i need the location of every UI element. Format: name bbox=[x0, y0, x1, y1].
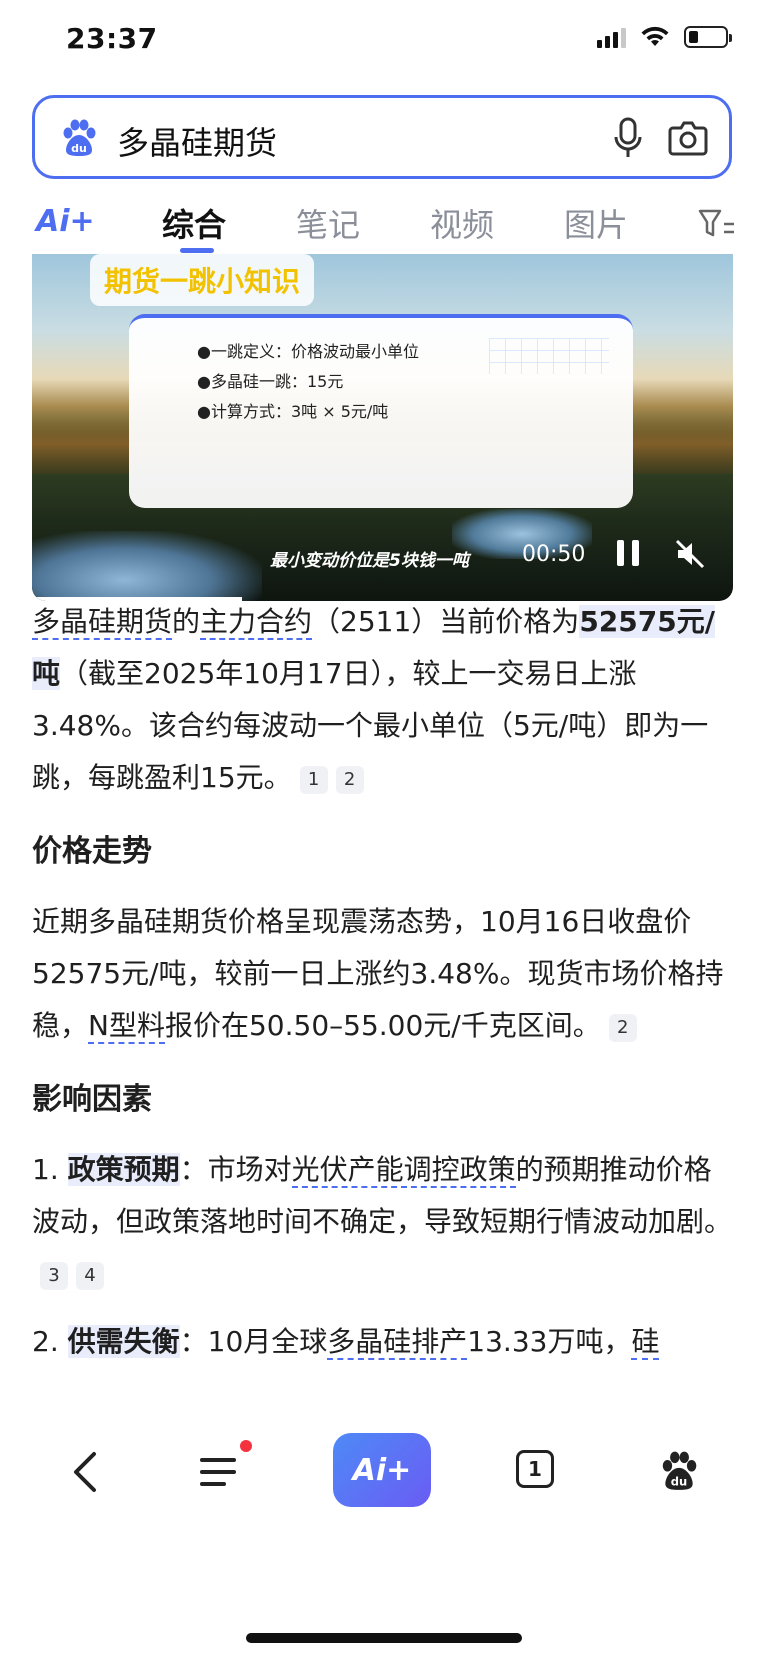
search-input[interactable]: 多晶硅期货 bbox=[117, 118, 277, 164]
text: 的 bbox=[172, 605, 201, 638]
video-river bbox=[32, 531, 262, 601]
baidu-paw-icon: du bbox=[63, 119, 96, 156]
bottom-nav: Ai+ 1 du bbox=[0, 1420, 768, 1663]
notification-dot bbox=[240, 1440, 252, 1452]
link-silicon[interactable]: 硅 bbox=[631, 1325, 660, 1360]
citation-badge[interactable]: 3 bbox=[40, 1262, 68, 1290]
baidu-home-icon[interactable]: du bbox=[658, 1450, 700, 1492]
svg-text:du: du bbox=[671, 1475, 687, 1489]
tab-images[interactable]: 图片 bbox=[564, 200, 628, 246]
section-heading-trend: 价格走势 bbox=[32, 834, 152, 869]
search-box[interactable]: du 多晶硅期货 bbox=[32, 95, 732, 179]
link-main-contract[interactable]: 主力合约 bbox=[200, 605, 313, 640]
back-icon[interactable] bbox=[68, 1448, 104, 1496]
camera-icon[interactable] bbox=[667, 118, 709, 158]
ai-assistant-button[interactable]: Ai+ bbox=[333, 1433, 431, 1507]
video-time: 00:50 bbox=[522, 542, 586, 567]
link-pv-policy[interactable]: 光伏产能调控政策 bbox=[291, 1153, 516, 1188]
battery-icon bbox=[684, 26, 732, 48]
ai-plus-logo[interactable]: Ai+ bbox=[36, 204, 95, 239]
tab-general[interactable]: 综合 bbox=[162, 200, 226, 246]
pause-icon[interactable] bbox=[614, 538, 642, 568]
tab-notes[interactable]: 笔记 bbox=[296, 200, 360, 246]
link-n-type[interactable]: N型料 bbox=[88, 1009, 165, 1044]
tab-videos[interactable]: 视频 bbox=[430, 200, 494, 246]
list-number: 1. bbox=[32, 1153, 59, 1186]
link-polysilicon-futures[interactable]: 多晶硅期货 bbox=[32, 605, 173, 640]
text: 13.33万吨， bbox=[467, 1325, 632, 1358]
video-player[interactable]: 期货一跳小知识 ●一跳定义：价格波动最小单位 ●多晶硅一跳：15元 ●计算方式：… bbox=[32, 254, 733, 601]
card-line-definition: ●一跳定义：价格波动最小单位 bbox=[197, 342, 419, 361]
text: 报价在50.50–55.00元/千克区间。 bbox=[164, 1009, 601, 1042]
text: ：市场对 bbox=[179, 1153, 292, 1186]
text: （2511）当前价格为 bbox=[312, 605, 580, 638]
citation-badge[interactable]: 2 bbox=[335, 766, 364, 794]
list-item: 2. 供需失衡：10月全球多晶硅排产13.33万吨，硅 bbox=[32, 1316, 734, 1368]
status-icons bbox=[597, 26, 732, 48]
mute-icon[interactable] bbox=[674, 538, 706, 570]
svg-text:du: du bbox=[71, 142, 87, 155]
list-number: 2. bbox=[32, 1325, 59, 1358]
card-decoration bbox=[489, 338, 609, 374]
video-title: 期货一跳小知识 bbox=[90, 254, 315, 306]
result-tabs: Ai+ 综合 笔记 视频 图片 bbox=[0, 196, 768, 253]
cellular-signal-icon bbox=[597, 26, 626, 48]
active-tab-indicator bbox=[180, 248, 214, 253]
link-production[interactable]: 多晶硅排产 bbox=[327, 1325, 468, 1360]
card-line-calc: ●计算方式：3吨 × 5元/吨 bbox=[197, 402, 389, 421]
highlight-policy: 政策预期 bbox=[67, 1153, 180, 1186]
tab-count-button[interactable]: 1 bbox=[516, 1450, 554, 1488]
citation-badge[interactable]: 1 bbox=[299, 766, 328, 794]
wifi-icon bbox=[641, 26, 669, 46]
answer-intro: 多晶硅期货的主力合约（2511）当前价格为52575元/吨（截至2025年10月… bbox=[32, 596, 734, 804]
citation-badge[interactable]: 4 bbox=[76, 1262, 104, 1290]
section-trend-text: 近期多晶硅期货价格呈现震荡态势，10月16日收盘价52575元/吨，较前一日上涨… bbox=[32, 896, 734, 1052]
video-subtitle: 最小变动价位是5块钱一吨 bbox=[270, 551, 469, 571]
text: ：10月全球 bbox=[179, 1325, 328, 1358]
ai-answer: 多晶硅期货的主力合约（2511）当前价格为52575元/吨（截至2025年10月… bbox=[32, 596, 734, 1368]
menu-icon[interactable] bbox=[198, 1452, 244, 1492]
status-time: 23:37 bbox=[66, 22, 158, 55]
highlight-supply: 供需失衡 bbox=[67, 1325, 180, 1358]
list-item: 1. 政策预期：市场对光伏产能调控政策的预期推动价格波动，但政策落地时间不确定，… bbox=[32, 1144, 734, 1300]
microphone-icon[interactable] bbox=[611, 116, 645, 160]
section-heading-factors: 影响因素 bbox=[32, 1082, 152, 1117]
text: （截至2025年10月17日），较上一交易日上涨3.48%。该合约每波动一个最小… bbox=[32, 657, 709, 794]
citation-badge[interactable]: 2 bbox=[608, 1014, 637, 1042]
video-info-card: ●一跳定义：价格波动最小单位 ●多晶硅一跳：15元 ●计算方式：3吨 × 5元/… bbox=[129, 314, 633, 508]
home-indicator bbox=[246, 1633, 522, 1643]
filter-icon[interactable] bbox=[698, 208, 736, 242]
card-line-tick: ●多晶硅一跳：15元 bbox=[197, 372, 344, 391]
